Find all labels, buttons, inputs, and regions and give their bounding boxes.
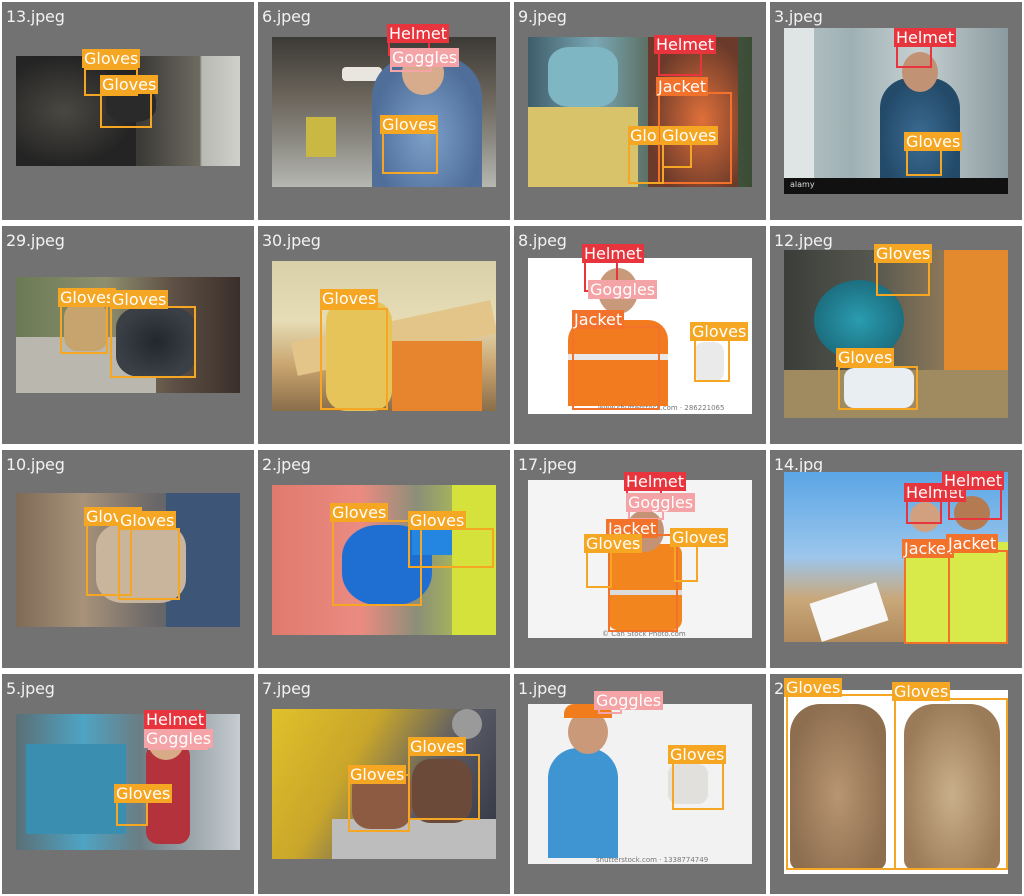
tile-2: 2.jpeg Gloves Gloves bbox=[258, 450, 510, 668]
detection-box bbox=[320, 308, 388, 410]
detection-label: Gloves bbox=[330, 503, 389, 522]
detection-box bbox=[948, 486, 1002, 520]
detection-box bbox=[572, 326, 660, 410]
detection-label: Gloves bbox=[668, 745, 727, 764]
detection-box bbox=[658, 52, 702, 76]
detection-box bbox=[786, 694, 896, 870]
detection-box bbox=[906, 148, 942, 176]
detection-label: Gloves bbox=[892, 682, 951, 701]
tile-7: 7.jpeg Gloves Gloves bbox=[258, 674, 510, 894]
tile-13: 13.jpeg Gloves Gloves bbox=[2, 2, 254, 220]
detection-box bbox=[586, 550, 612, 588]
detection-box bbox=[382, 130, 438, 174]
tile-filename: 1.jpeg bbox=[518, 679, 567, 698]
detection-box bbox=[694, 338, 730, 382]
tile-6: 6.jpeg Helmet Goggles Gloves bbox=[258, 2, 510, 220]
detection-box bbox=[628, 142, 664, 184]
detection-label: Helmet bbox=[144, 710, 207, 729]
detection-label: Gloves bbox=[408, 737, 467, 756]
tile-9: 9.jpeg Helmet Jacket Glo Gloves bbox=[514, 2, 766, 220]
detection-box bbox=[662, 142, 692, 168]
detection-box bbox=[100, 92, 152, 128]
detection-box bbox=[838, 366, 918, 410]
detection-label: Gloves bbox=[320, 289, 379, 308]
detection-label: Goggles bbox=[594, 691, 664, 710]
detection-label: Gloves bbox=[584, 534, 643, 553]
detection-label: Goggles bbox=[626, 493, 696, 512]
detection-label: Gloves bbox=[660, 126, 719, 145]
tile-filename: 12.jpeg bbox=[774, 231, 833, 250]
detection-label: Jacket bbox=[656, 77, 709, 96]
detection-label: Gloves bbox=[670, 528, 729, 547]
detection-label: Goggles bbox=[588, 280, 658, 299]
tile-filename: 10.jpeg bbox=[6, 455, 65, 474]
detection-label: Gloves bbox=[408, 511, 467, 530]
detection-label: Gloves bbox=[380, 115, 439, 134]
detection-label: Gloves bbox=[690, 322, 749, 341]
tile-filename: 29.jpeg bbox=[6, 231, 65, 250]
detection-label: Gloves bbox=[784, 678, 843, 697]
detection-label: Gloves bbox=[100, 75, 159, 94]
tile-5: 5.jpeg Helmet Goggles Gloves bbox=[2, 674, 254, 894]
detection-label: Gloves bbox=[836, 348, 895, 367]
detection-label: Gloves bbox=[58, 288, 117, 307]
tile-3: 3.jpeg alamy Helmet Gloves bbox=[770, 2, 1022, 220]
detection-label: Gloves bbox=[118, 511, 177, 530]
detection-box bbox=[894, 698, 1008, 870]
tile-12: 12.jpeg Gloves Gloves bbox=[770, 226, 1022, 444]
tile-29: 29.jpeg Gloves Gloves bbox=[2, 226, 254, 444]
tile-10: 10.jpeg Gloves Gloves bbox=[2, 450, 254, 668]
tile-17: 17.jpeg © Can Stock Photo.com Helmet Gog… bbox=[514, 450, 766, 668]
tile-filename: 9.jpeg bbox=[518, 7, 567, 26]
tile-1: 1.jpeg shutterstock.com · 1338774749 Gog… bbox=[514, 674, 766, 894]
watermark: alamy bbox=[790, 180, 815, 189]
tile-2b: 2 Gloves Gloves bbox=[770, 674, 1022, 894]
tile-filename: 2.jpeg bbox=[262, 455, 311, 474]
tile-filename: 3.jpeg bbox=[774, 7, 823, 26]
detection-label: Helmet bbox=[654, 35, 717, 54]
detection-label: Glo bbox=[628, 126, 659, 145]
detection-box bbox=[116, 800, 148, 826]
detection-label: Helmet bbox=[387, 24, 450, 43]
detection-label: Gloves bbox=[874, 244, 933, 263]
detection-label: Helmet bbox=[624, 472, 687, 491]
detection-box bbox=[118, 528, 180, 600]
detection-label: Gloves bbox=[114, 784, 173, 803]
detection-label: Helmet bbox=[582, 244, 645, 263]
detection-label: Gloves bbox=[904, 132, 963, 151]
detection-label: Gloves bbox=[348, 765, 407, 784]
detection-box bbox=[948, 550, 1008, 644]
tile-filename: 6.jpeg bbox=[262, 7, 311, 26]
detection-label: Helmet bbox=[894, 28, 957, 47]
detection-box bbox=[876, 260, 930, 296]
tile-filename: 5.jpeg bbox=[6, 679, 55, 698]
detection-label: Jacket bbox=[572, 310, 625, 329]
tile-filename: 2 bbox=[774, 679, 784, 698]
detection-box bbox=[408, 528, 494, 568]
tile-filename: 30.jpeg bbox=[262, 231, 321, 250]
detection-box bbox=[672, 762, 724, 810]
tile-filename: 13.jpeg bbox=[6, 7, 65, 26]
tile-14: 14.jpg Helmet Helmet Jacket Jacket bbox=[770, 450, 1022, 668]
detection-box bbox=[408, 754, 480, 820]
tile-filename: 8.jpeg bbox=[518, 231, 567, 250]
detection-label: Goggles bbox=[390, 48, 460, 67]
detection-label: Gloves bbox=[110, 290, 169, 309]
detection-label: Gloves bbox=[82, 49, 141, 68]
tile-30: 30.jpeg Gloves bbox=[258, 226, 510, 444]
tile-filename: 7.jpeg bbox=[262, 679, 311, 698]
detection-label: Goggles bbox=[144, 729, 214, 748]
detection-label: Helmet bbox=[942, 471, 1005, 490]
detection-box bbox=[674, 544, 698, 582]
tile-filename: 17.jpeg bbox=[518, 455, 577, 474]
detection-label: Jacket bbox=[946, 534, 999, 553]
watermark: shutterstock.com · 1338774749 bbox=[596, 856, 709, 864]
detection-box bbox=[110, 306, 196, 378]
tile-8: 8.jpeg www.shutterstock.com · 286221065 … bbox=[514, 226, 766, 444]
detection-box bbox=[904, 554, 950, 644]
